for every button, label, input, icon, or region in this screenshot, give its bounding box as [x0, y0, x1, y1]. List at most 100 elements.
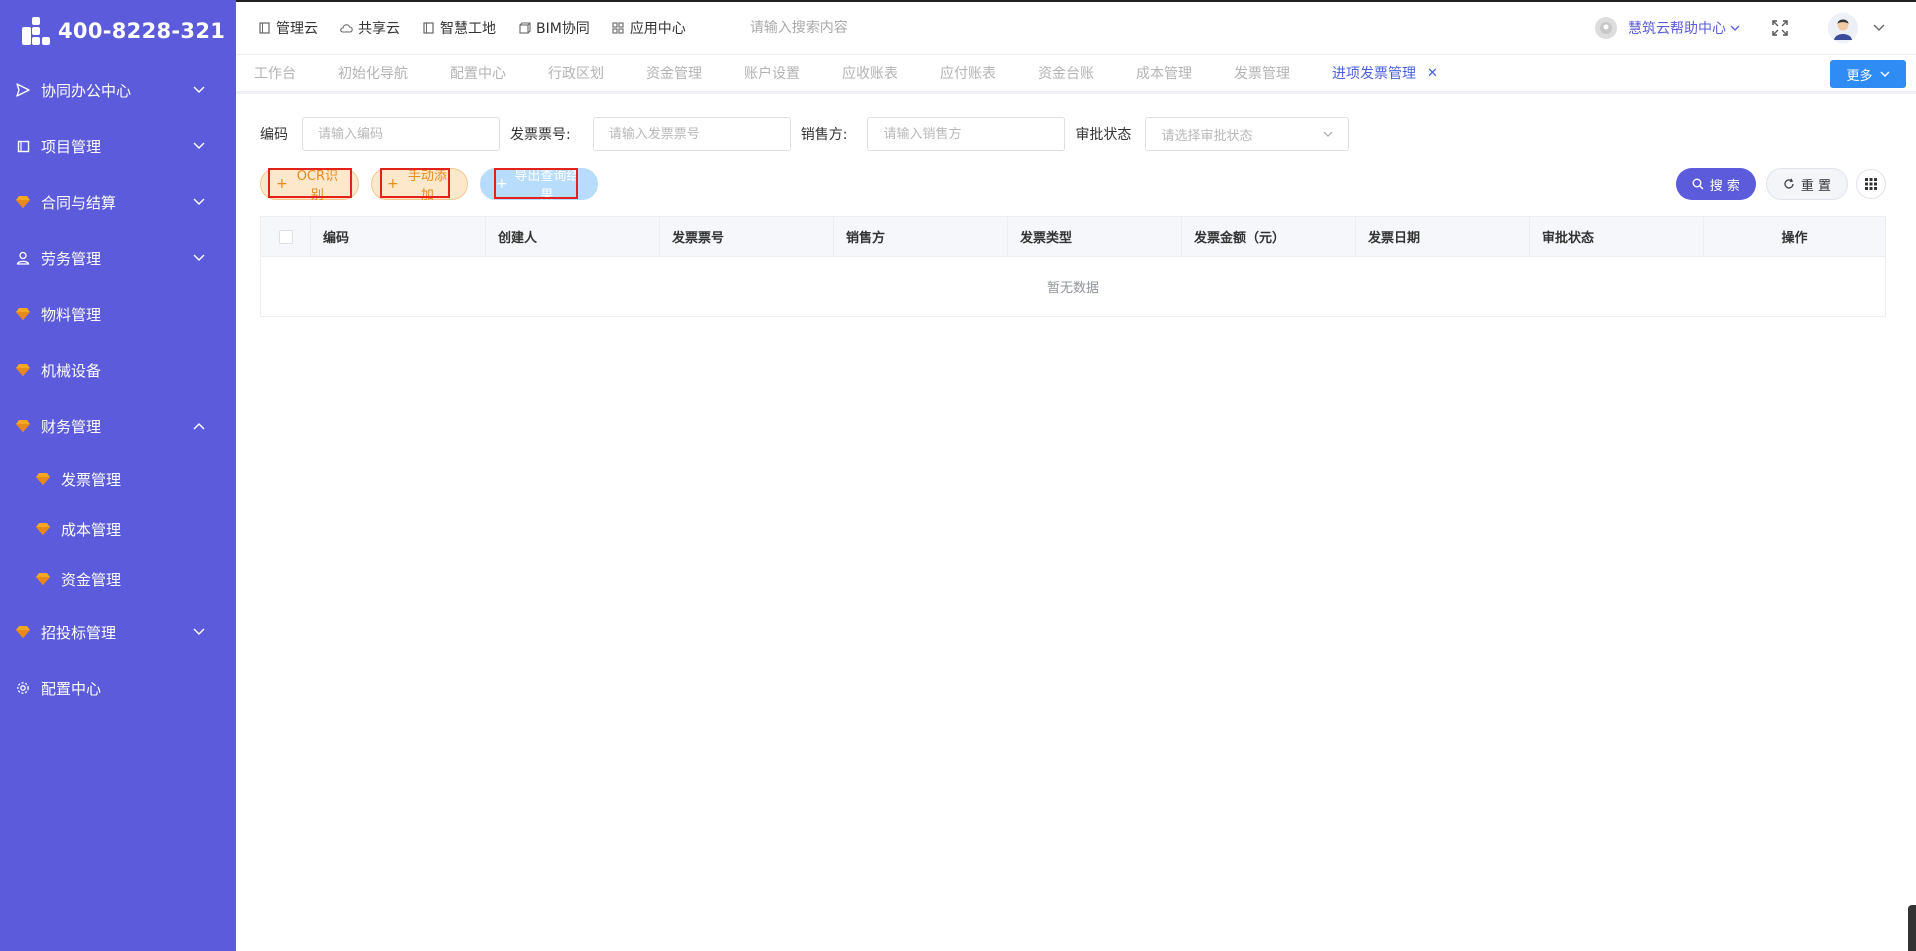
tab-workbench[interactable]: 工作台 — [254, 63, 296, 83]
sidebar-item-label: 劳务管理 — [41, 249, 102, 268]
tab-input-invoice-management[interactable]: 进项发票管理 ✕ — [1332, 63, 1438, 83]
reset-button[interactable]: 重 置 — [1765, 168, 1848, 200]
column-header[interactable]: 创建人 — [486, 216, 660, 257]
sidebar: 400-8228-321 协同办公中心 项目管理 合同与结算 劳务管理 物料管理… — [0, 0, 236, 951]
sidebar-subitem-cost[interactable]: 成本管理 — [0, 504, 236, 554]
tab-funds-ledger[interactable]: 资金台账 — [1038, 63, 1094, 83]
seller-label: 销售方: — [800, 127, 848, 143]
more-label: 更多 — [1846, 68, 1873, 84]
search-label: 搜 索 — [1709, 178, 1740, 194]
fullscreen-icon[interactable] — [1770, 18, 1790, 38]
tab-cost-management[interactable]: 成本管理 — [1136, 63, 1192, 83]
sidebar-item-project[interactable]: 项目管理 — [0, 118, 236, 174]
plus-icon: + — [387, 176, 399, 192]
manual-add-label: 手动添加 — [407, 169, 447, 203]
select-all-cell — [261, 216, 311, 257]
status-select[interactable]: 请选择审批状态 — [1145, 117, 1350, 151]
topnav-bim[interactable]: BIM协同 — [518, 18, 590, 38]
global-search-input[interactable] — [749, 20, 990, 36]
tab-account-settings[interactable]: 账户设置 — [744, 63, 800, 83]
sidebar-item-finance[interactable]: 财务管理 — [0, 398, 236, 454]
gear-icon — [15, 680, 31, 696]
sidebar-item-collab-office[interactable]: 协同办公中心 — [0, 62, 236, 118]
invoice-no-input[interactable] — [592, 117, 791, 151]
user-avatar[interactable] — [1828, 13, 1858, 43]
sidebar-item-label: 招投标管理 — [41, 623, 117, 642]
cube-icon — [518, 22, 531, 35]
chevron-down-icon[interactable] — [1872, 21, 1886, 35]
column-settings-icon[interactable] — [1856, 169, 1886, 199]
topnav-management-cloud[interactable]: 管理云 — [258, 18, 318, 38]
sidebar-menu: 协同办公中心 项目管理 合同与结算 劳务管理 物料管理 机械设备 财务管理 发票… — [0, 62, 236, 716]
filter-bar: 编码 发票票号: 销售方: 审批状态 请选择审批状态 — [260, 117, 1350, 151]
code-input[interactable] — [302, 117, 500, 151]
sidebar-subitem-label: 成本管理 — [61, 520, 122, 539]
column-header[interactable]: 审批状态 — [1530, 216, 1704, 257]
user-icon — [15, 250, 31, 266]
status-label: 审批状态 — [1075, 127, 1132, 143]
column-header[interactable]: 发票日期 — [1356, 216, 1530, 257]
sidebar-item-label: 财务管理 — [41, 417, 102, 436]
sidebar-item-config[interactable]: 配置中心 — [0, 660, 236, 716]
chevron-up-icon — [192, 419, 206, 433]
chevron-down-icon — [1880, 69, 1890, 79]
chevron-down-icon — [192, 195, 206, 209]
sidebar-item-materials[interactable]: 物料管理 — [0, 286, 236, 342]
help-center-dropdown[interactable]: 慧筑云帮助中心 — [1595, 17, 1740, 39]
sidebar-item-label: 物料管理 — [41, 305, 102, 324]
brand-phone: 400-8228-321 — [58, 19, 226, 43]
column-header[interactable]: 发票票号 — [660, 216, 834, 257]
topnav-app-center[interactable]: 应用中心 — [612, 18, 686, 38]
tab-payables[interactable]: 应付账表 — [940, 63, 996, 83]
chevron-down-icon — [1730, 25, 1740, 32]
sidebar-item-label: 配置中心 — [41, 679, 102, 698]
chevron-down-icon — [192, 625, 206, 639]
tab-funds-management[interactable]: 资金管理 — [646, 63, 702, 83]
column-header[interactable]: 发票类型 — [1008, 216, 1182, 257]
top-right-area: 慧筑云帮助中心 — [1595, 2, 1886, 54]
action-bar: + OCR识别 + 手动添加 + 导出查询结果 — [260, 167, 598, 203]
close-icon[interactable]: ✕ — [1427, 66, 1438, 81]
search-button[interactable]: 搜 索 — [1675, 168, 1756, 200]
sidebar-item-labor[interactable]: 劳务管理 — [0, 230, 236, 286]
manual-add-button[interactable]: + 手动添加 — [371, 168, 468, 203]
sidebar-item-bidding[interactable]: 招投标管理 — [0, 604, 236, 660]
tab-config-center[interactable]: 配置中心 — [450, 63, 506, 83]
send-icon — [15, 82, 31, 98]
tab-init-guide[interactable]: 初始化导航 — [338, 63, 408, 83]
topnav-label: BIM协同 — [536, 21, 590, 37]
top-bar: 管理云 共享云 智慧工地 BIM协同 应用中心 慧筑云帮助中心 — [236, 0, 1916, 54]
page-tabs: 工作台 初始化导航 配置中心 行政区划 资金管理 账户设置 应收账表 应付账表 … — [236, 54, 1916, 94]
export-button[interactable]: + 导出查询结果 — [480, 168, 598, 203]
doc-icon — [258, 22, 271, 35]
gem-icon — [15, 624, 31, 640]
tab-invoice-management[interactable]: 发票管理 — [1234, 63, 1290, 83]
tab-receivables[interactable]: 应收账表 — [842, 63, 898, 83]
topnav-smart-site[interactable]: 智慧工地 — [422, 18, 496, 38]
more-tabs-button[interactable]: 更多 — [1830, 60, 1906, 88]
gem-icon — [35, 571, 51, 587]
sidebar-subitem-label: 资金管理 — [61, 570, 122, 589]
sidebar-subitem-invoice[interactable]: 发票管理 — [0, 454, 236, 504]
tab-admin-division[interactable]: 行政区划 — [548, 63, 604, 83]
sidebar-item-label: 协同办公中心 — [41, 81, 132, 100]
seller-input[interactable] — [867, 117, 1066, 151]
column-header[interactable]: 销售方 — [834, 216, 1008, 257]
sidebar-subitem-funds[interactable]: 资金管理 — [0, 554, 236, 604]
search-icon — [1692, 178, 1704, 190]
column-header[interactable]: 编码 — [311, 216, 486, 257]
select-all-checkbox[interactable] — [278, 229, 293, 244]
sidebar-item-contract[interactable]: 合同与结算 — [0, 174, 236, 230]
scrollbar[interactable] — [1908, 905, 1916, 951]
table-empty-text: 暂无数据 — [1046, 281, 1099, 296]
invoice-no-label: 发票票号: — [510, 127, 571, 143]
logo[interactable]: 400-8228-321 — [0, 0, 236, 62]
status-select-placeholder: 请选择审批状态 — [1161, 128, 1253, 144]
topnav-shared-cloud[interactable]: 共享云 — [340, 18, 400, 38]
chevron-down-icon — [192, 251, 206, 265]
chevron-down-icon — [192, 139, 206, 153]
ocr-button[interactable]: + OCR识别 — [260, 168, 359, 203]
sidebar-item-label: 项目管理 — [41, 137, 102, 156]
sidebar-item-machinery[interactable]: 机械设备 — [0, 342, 236, 398]
column-header[interactable]: 发票金额（元） — [1182, 216, 1356, 257]
